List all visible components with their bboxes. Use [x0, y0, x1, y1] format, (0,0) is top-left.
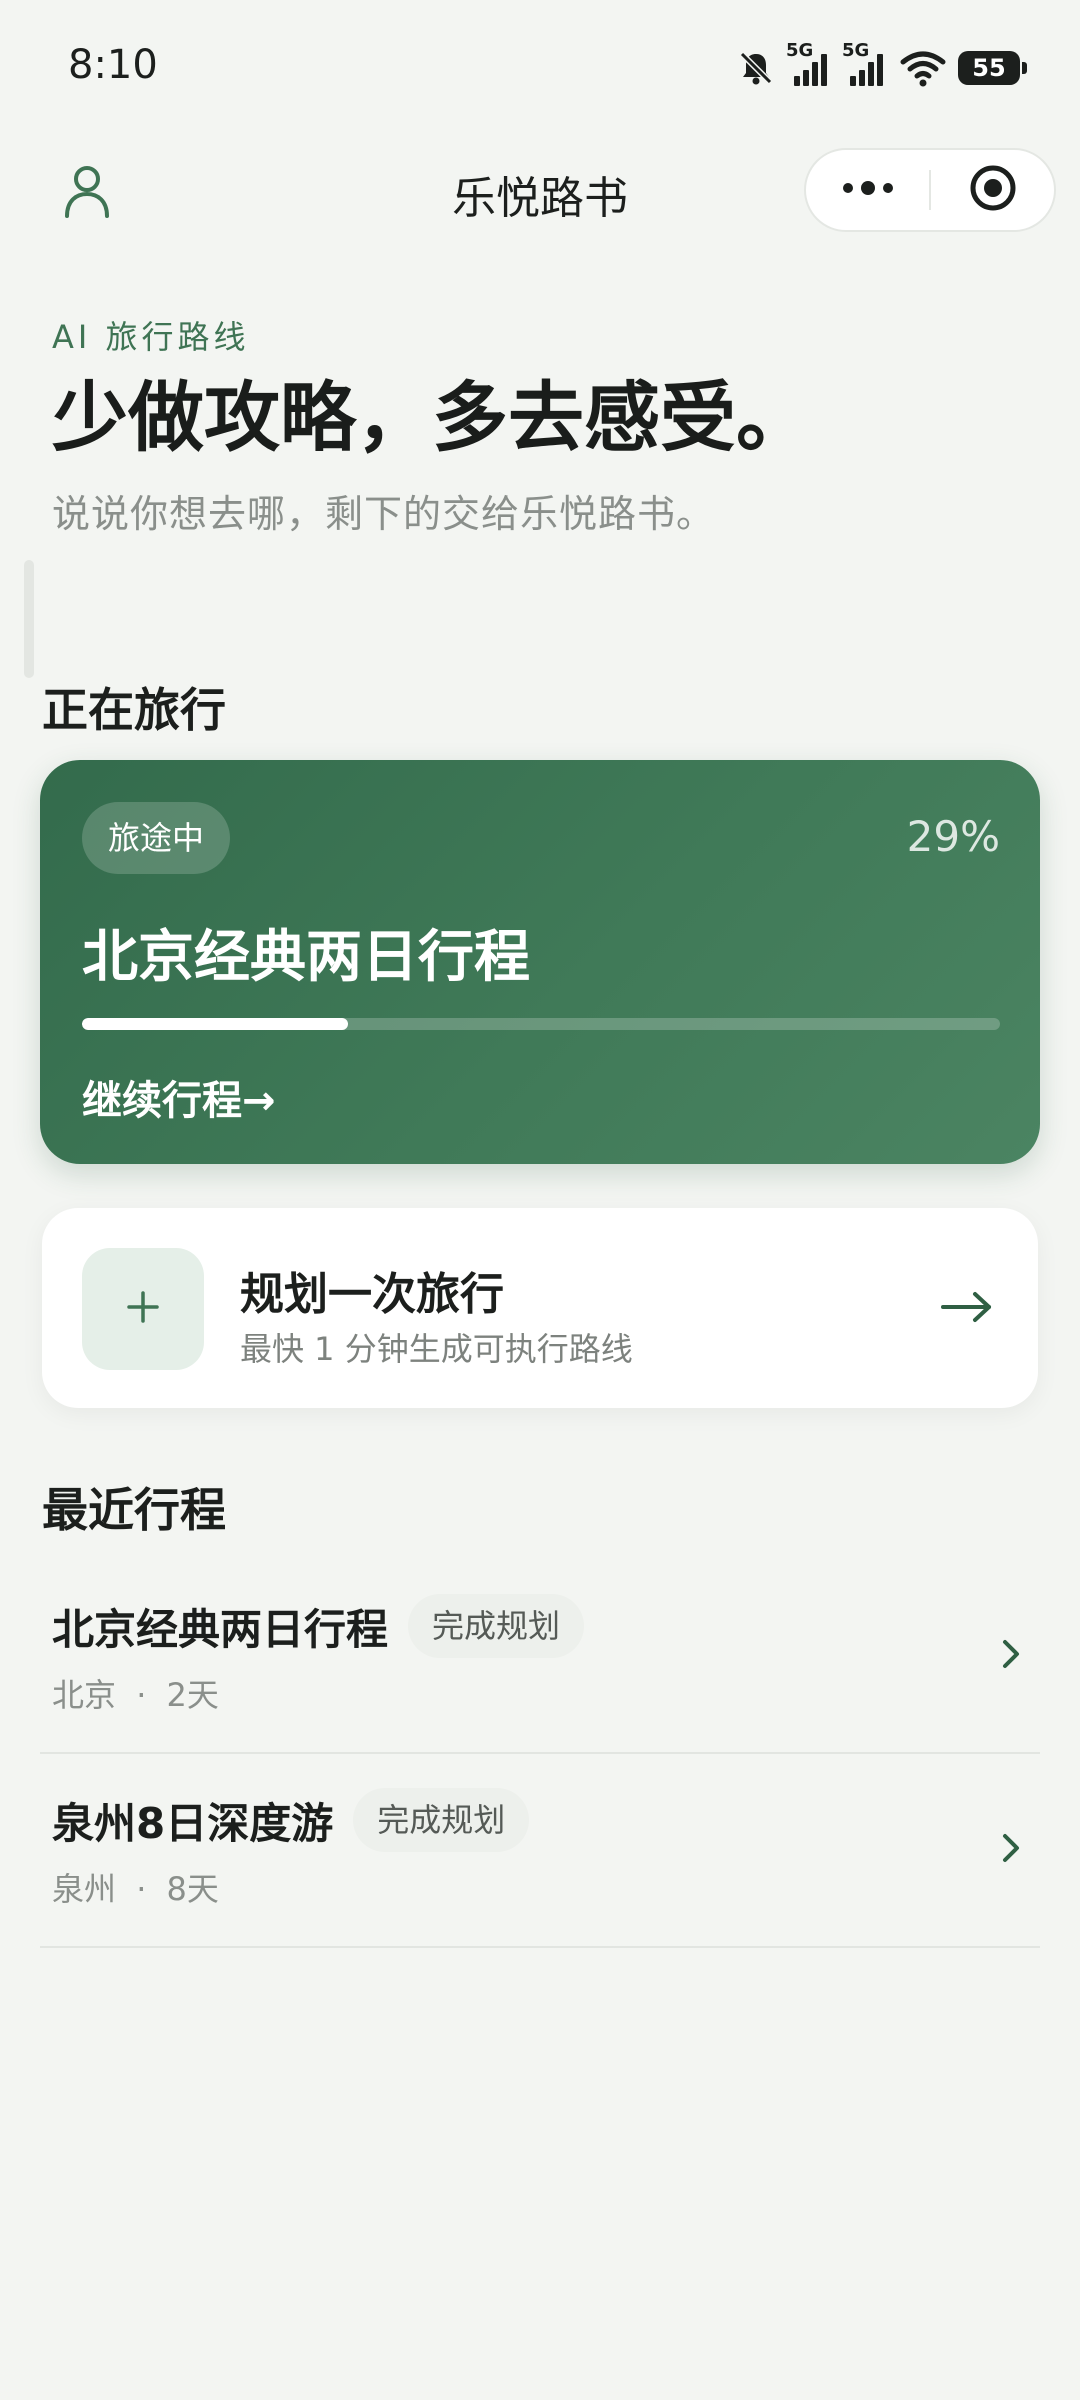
recent-trip-meta: 泉州 · 8天: [52, 1864, 219, 1910]
status-icons: 5G 5G 55: [736, 40, 1027, 92]
recent-trip-city: 泉州: [52, 1870, 117, 1908]
hero-subtitle: 说说你想去哪，剩下的交给乐悦路书。: [52, 492, 716, 537]
wifi-icon: [900, 48, 946, 88]
trip-status-badge: 旅途中: [82, 802, 231, 874]
mini-program-capsule: [804, 148, 1056, 232]
recent-trips-list: 北京经典两日行程 完成规划 北京 · 2天 泉州8日深度游 完成规划 泉州 · …: [40, 1560, 1040, 1948]
recent-trip-name-row: 北京经典两日行程 完成规划: [52, 1594, 585, 1658]
battery-level: 55: [972, 54, 1006, 82]
status-bar: 8:10 5G 5G 55: [0, 0, 1080, 140]
trip-progress-percent: 29%: [906, 812, 1000, 861]
status-time: 8:10: [68, 42, 158, 88]
more-button[interactable]: [806, 150, 929, 230]
recent-trip-name: 北京经典两日行程: [52, 1604, 389, 1654]
plus-icon: [123, 1287, 163, 1331]
recent-trip-item[interactable]: 北京经典两日行程 完成规划 北京 · 2天: [40, 1560, 1040, 1754]
plan-trip-card[interactable]: 规划一次旅行 最快 1 分钟生成可执行路线: [42, 1208, 1038, 1408]
plan-trip-title: 规划一次旅行: [240, 1269, 504, 1320]
trip-progress-fill: [82, 1018, 349, 1030]
scroll-indicator: [24, 560, 34, 678]
recent-trip-chevron: [986, 1626, 1036, 1686]
app-screen: 8:10 5G 5G 55 乐悦路书 AI 旅行路线 少做攻略，多去感受。 说说…: [0, 0, 1080, 2400]
recent-trip-status-badge: 完成规划: [353, 1788, 530, 1852]
more-dots-icon: [841, 180, 895, 200]
hero-section: AI 旅行路线 少做攻略，多去感受。 说说你想去哪，剩下的交给乐悦路书。: [52, 312, 1032, 538]
recent-trip-separator: ·: [136, 1676, 147, 1714]
plan-trip-subtitle: 最快 1 分钟生成可执行路线: [240, 1330, 633, 1368]
plan-trip-arrow[interactable]: [932, 1274, 1002, 1344]
active-trip-card[interactable]: 旅途中 29% 北京经典两日行程 继续行程→: [40, 760, 1040, 1164]
signal-icon: 5G: [786, 40, 832, 88]
network-type-label: 5G: [786, 40, 814, 61]
active-section-title: 正在旅行: [42, 683, 226, 737]
recent-trip-status-badge: 完成规划: [408, 1594, 585, 1658]
arrow-right-icon: [939, 1289, 995, 1329]
continue-trip-link[interactable]: 继续行程→: [82, 1068, 276, 1126]
target-icon: [968, 163, 1018, 217]
recent-section-title: 最近行程: [42, 1483, 226, 1537]
recent-trip-name-row: 泉州8日深度游 完成规划: [52, 1788, 530, 1852]
trip-progress-bar: [82, 1018, 1000, 1030]
battery-icon: 55: [958, 51, 1027, 85]
trip-name: 北京经典两日行程: [82, 925, 530, 990]
plan-icon-box: [82, 1248, 204, 1370]
recent-trip-meta: 北京 · 2天: [52, 1670, 219, 1716]
recent-trip-duration: 8天: [166, 1870, 219, 1908]
recent-trip-chevron: [986, 1820, 1036, 1880]
close-mini-program-button[interactable]: [931, 150, 1054, 230]
hero-eyebrow: AI 旅行路线: [52, 318, 250, 356]
chevron-right-icon: [999, 1634, 1023, 1678]
recent-trip-city: 北京: [52, 1676, 117, 1714]
recent-trip-duration: 2天: [166, 1676, 219, 1714]
mute-bell-icon: [736, 48, 776, 88]
signal-icon: 5G: [842, 40, 888, 88]
network-type-label: 5G: [842, 40, 870, 61]
nav-bar: 乐悦路书: [0, 140, 1080, 250]
chevron-right-icon: [999, 1828, 1023, 1872]
recent-trip-separator: ·: [136, 1870, 147, 1908]
recent-trip-item[interactable]: 泉州8日深度游 完成规划 泉州 · 8天: [40, 1754, 1040, 1948]
recent-trip-name: 泉州8日深度游: [52, 1798, 334, 1848]
hero-title: 少做攻略，多去感受。: [52, 373, 812, 462]
